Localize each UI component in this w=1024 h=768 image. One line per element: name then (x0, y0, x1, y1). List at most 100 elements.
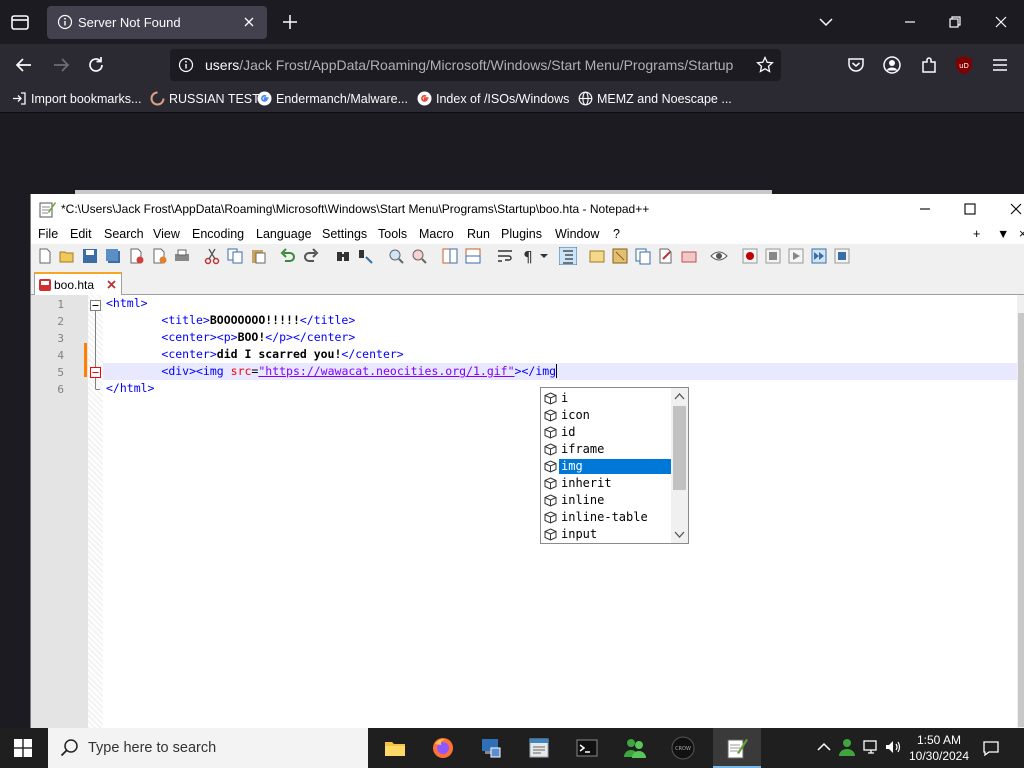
replace-icon[interactable] (357, 247, 375, 265)
scroll-up-icon[interactable] (674, 392, 685, 401)
open-file-icon[interactable] (58, 247, 76, 265)
function-list-icon[interactable] (634, 247, 652, 265)
ublock-icon[interactable]: uD (953, 54, 975, 76)
autocomplete-scrollbar[interactable] (671, 388, 688, 543)
code-editor[interactable]: 1 2 3 4 5 6 <html> <title>BOOOOOOO!!!!!<… (31, 295, 1024, 728)
autocomplete-item[interactable]: id (541, 424, 671, 441)
bookmark-memz[interactable]: MEMZ and Noescape ... (578, 91, 732, 106)
bookmark-russian-test[interactable]: RUSSIAN TEST (150, 91, 260, 106)
back-icon[interactable] (13, 54, 35, 76)
taskbar-firefox[interactable] (419, 728, 467, 768)
notifications-icon[interactable] (982, 739, 1000, 757)
taskbar-users[interactable] (611, 728, 659, 768)
dropdown-arrow-icon[interactable] (539, 247, 549, 265)
hamburger-menu-icon[interactable] (989, 54, 1011, 76)
list-all-tabs-icon[interactable] (8, 10, 32, 34)
zoom-in-icon[interactable] (387, 247, 405, 265)
autocomplete-item[interactable]: input (541, 526, 671, 543)
npp-close-icon[interactable] (1006, 200, 1024, 218)
windows-start-icon[interactable] (14, 739, 32, 757)
close-window-icon[interactable] (991, 12, 1011, 32)
menu-tab-list[interactable]: ▼ (997, 227, 1009, 241)
close-tab-icon[interactable] (241, 14, 257, 30)
scrollbar-thumb[interactable] (1018, 313, 1024, 727)
menu-macro[interactable]: Macro (419, 227, 454, 241)
scroll-down-icon[interactable] (674, 530, 685, 539)
taskbar-search-box[interactable]: Type here to search (48, 728, 368, 768)
redo-icon[interactable] (302, 247, 320, 265)
taskbar-crow-app[interactable]: CROW (659, 728, 707, 768)
stop-macro-icon[interactable] (764, 247, 782, 265)
folder-workspace-icon[interactable] (657, 247, 675, 265)
bookmark-import[interactable]: Import bookmarks... (12, 91, 141, 106)
menu-edit[interactable]: Edit (70, 227, 92, 241)
taskbar-clock[interactable]: 1:50 AM 10/30/2024 (900, 732, 978, 764)
autocomplete-item[interactable]: i (541, 390, 671, 407)
file-tab-boo-hta[interactable]: boo.hta (34, 272, 122, 295)
save-icon[interactable] (81, 247, 99, 265)
taskbar-device-manager[interactable] (467, 728, 515, 768)
save-macro-icon[interactable] (833, 247, 851, 265)
menu-window[interactable]: Window (555, 227, 599, 241)
autocomplete-item[interactable]: icon (541, 407, 671, 424)
menu-plugins[interactable]: Plugins (501, 227, 542, 241)
tray-network-icon[interactable] (862, 738, 880, 756)
menu-view[interactable]: View (153, 227, 180, 241)
copy-icon[interactable] (226, 247, 244, 265)
menu-file[interactable]: File (38, 227, 58, 241)
account-icon[interactable] (881, 54, 903, 76)
show-all-chars-icon[interactable]: ¶ (519, 247, 537, 265)
menu-close-doc[interactable]: × (1019, 227, 1024, 241)
close-file-tab-icon[interactable] (105, 278, 118, 291)
new-file-icon[interactable] (36, 247, 54, 265)
taskbar-file-explorer[interactable] (371, 728, 419, 768)
menu-encoding[interactable]: Encoding (192, 227, 244, 241)
npp-minimize-icon[interactable] (915, 200, 935, 218)
forward-icon[interactable] (50, 54, 72, 76)
autocomplete-item-selected[interactable]: img (541, 458, 671, 475)
editor-scrollbar[interactable] (1017, 295, 1024, 728)
zoom-out-icon[interactable] (410, 247, 428, 265)
eye-icon[interactable] (710, 247, 728, 265)
taskbar-notepad[interactable] (515, 728, 563, 768)
bookmark-isos[interactable]: Index of /ISOs/Windows (417, 91, 569, 106)
pocket-icon[interactable] (845, 54, 867, 76)
cut-icon[interactable] (203, 247, 221, 265)
tray-user-icon[interactable] (838, 738, 856, 756)
doc-map-icon[interactable] (611, 247, 629, 265)
npp-maximize-icon[interactable] (960, 200, 980, 218)
sync-horizontal-icon[interactable] (464, 247, 482, 265)
close-all-icon[interactable] (150, 247, 168, 265)
find-icon[interactable] (334, 247, 352, 265)
reload-icon[interactable] (85, 54, 107, 76)
indent-guide-icon[interactable] (559, 247, 577, 265)
sync-vertical-icon[interactable] (441, 247, 459, 265)
minimize-icon[interactable] (900, 12, 920, 32)
print-icon[interactable] (173, 247, 191, 265)
autocomplete-item[interactable]: inline-table (541, 509, 671, 526)
chevron-down-icon[interactable] (816, 12, 836, 32)
bookmark-endermanch[interactable]: Endermanch/Malware... (257, 91, 408, 106)
restore-icon[interactable] (945, 12, 965, 32)
menu-tools[interactable]: Tools (378, 227, 407, 241)
menu-help[interactable]: ? (613, 227, 620, 241)
record-macro-icon[interactable] (741, 247, 759, 265)
npp-title-bar[interactable]: *C:\Users\Jack Frost\AppData\Roaming\Mic… (31, 194, 1024, 224)
play-macro-icon[interactable] (787, 247, 805, 265)
new-tab-icon[interactable] (280, 12, 300, 32)
save-all-icon[interactable] (104, 247, 122, 265)
autocomplete-item[interactable]: inline (541, 492, 671, 509)
run-macro-multiple-icon[interactable] (810, 247, 828, 265)
tray-chevron-up-icon[interactable] (815, 738, 833, 756)
bookmark-star-icon[interactable] (755, 55, 775, 75)
word-wrap-icon[interactable] (496, 247, 514, 265)
attribute-value-link[interactable]: "https://wawacat.neocities.org/1.gif" (258, 364, 514, 378)
menu-language[interactable]: Language (256, 227, 312, 241)
udl-icon[interactable] (588, 247, 606, 265)
menu-search[interactable]: Search (104, 227, 144, 241)
autocomplete-scroll-thumb[interactable] (673, 406, 686, 490)
browser-tab[interactable]: Server Not Found (47, 6, 267, 39)
autocomplete-item[interactable]: iframe (541, 441, 671, 458)
menu-run[interactable]: Run (467, 227, 490, 241)
menu-settings[interactable]: Settings (322, 227, 367, 241)
